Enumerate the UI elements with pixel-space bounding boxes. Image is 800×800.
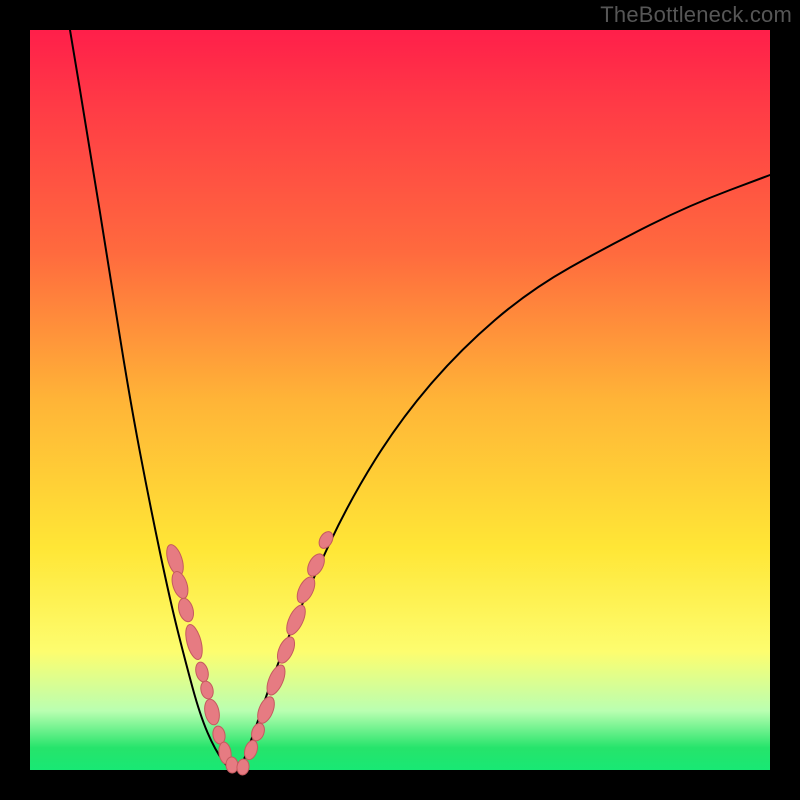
data-bead xyxy=(236,758,250,776)
data-bead xyxy=(176,597,196,624)
data-bead xyxy=(225,757,238,774)
left-curve xyxy=(70,30,230,770)
data-bead xyxy=(183,623,206,661)
data-bead xyxy=(199,680,215,700)
chart-frame: TheBottleneck.com xyxy=(0,0,800,800)
beads-group xyxy=(163,529,335,776)
data-bead xyxy=(194,661,210,683)
data-bead xyxy=(283,603,309,638)
data-bead xyxy=(274,634,298,665)
plot-area xyxy=(30,30,770,770)
right-curve xyxy=(240,175,770,770)
data-bead xyxy=(316,529,335,551)
curve-svg xyxy=(30,30,770,770)
watermark-text: TheBottleneck.com xyxy=(600,2,792,28)
data-bead xyxy=(263,663,288,698)
data-bead xyxy=(202,698,221,726)
data-bead xyxy=(169,570,191,601)
data-bead xyxy=(294,574,319,605)
